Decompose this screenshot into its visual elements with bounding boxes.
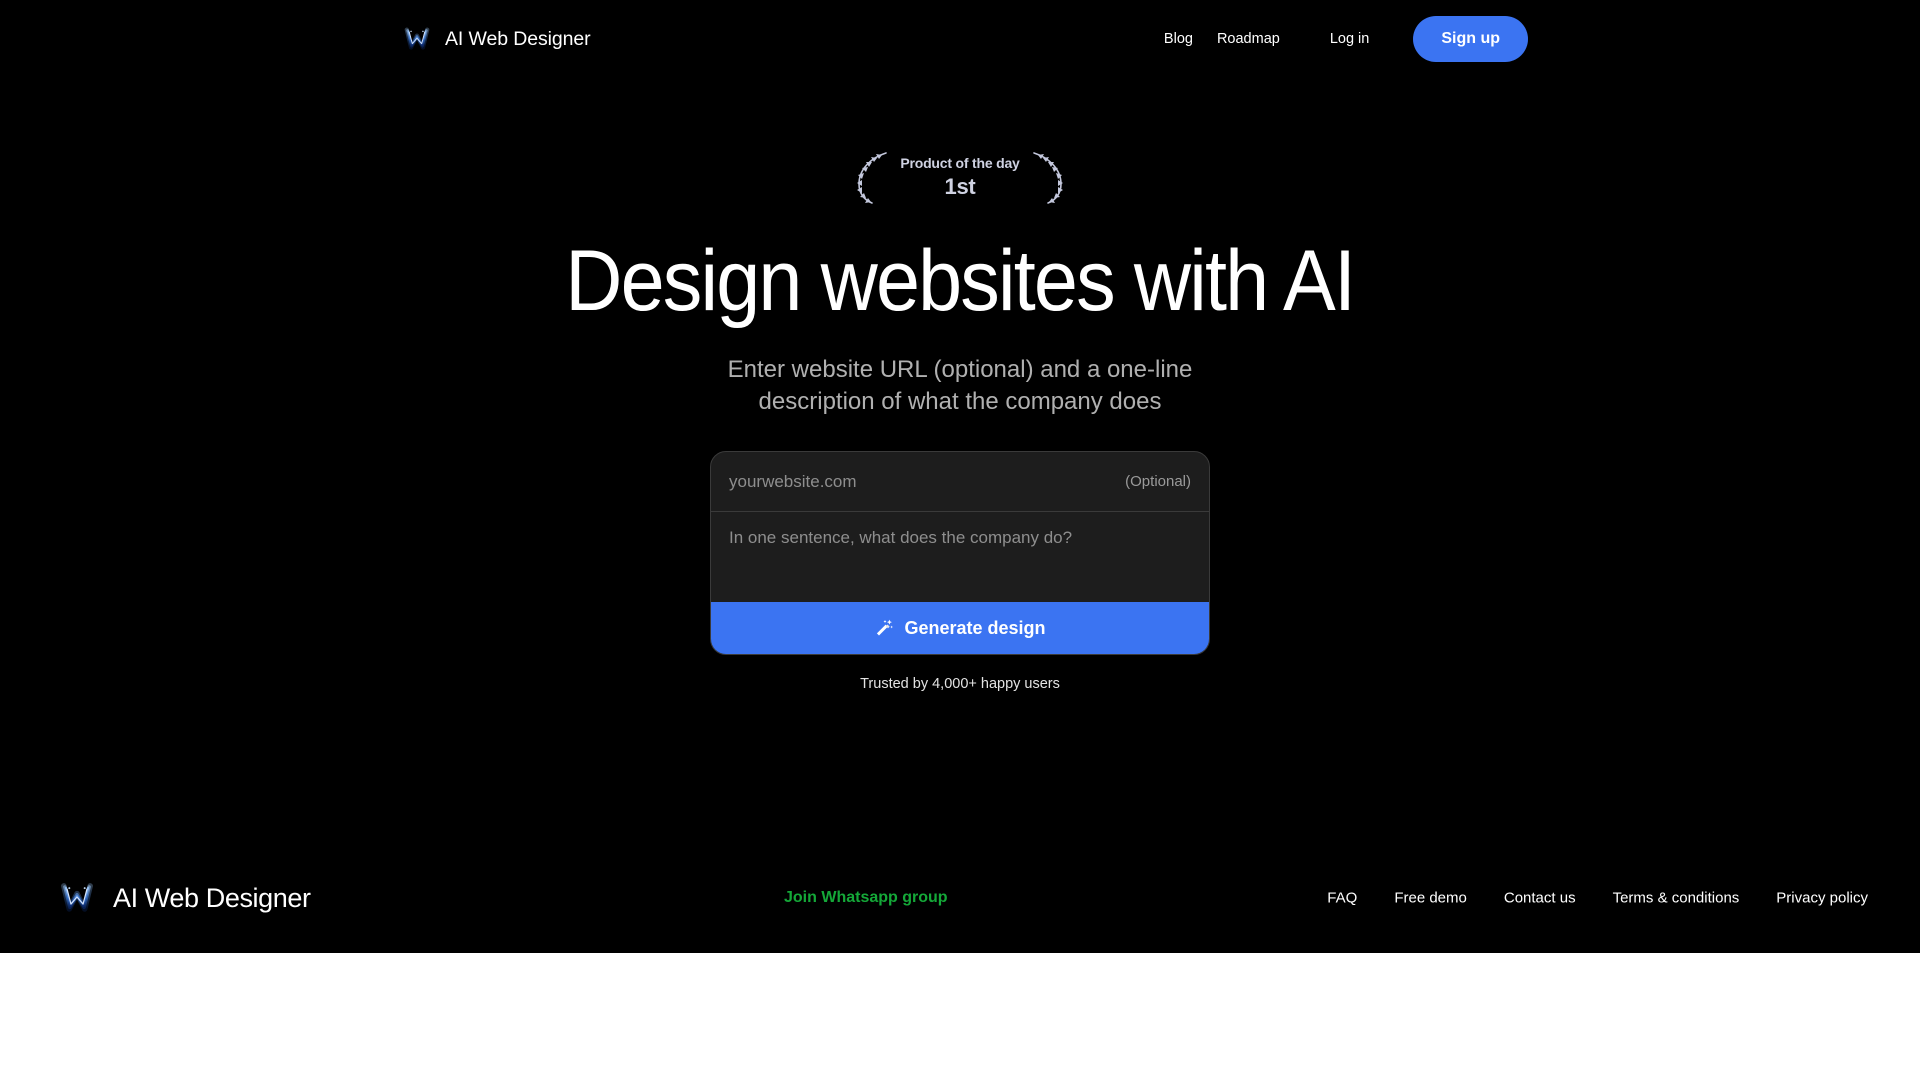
badge-rank: 1st bbox=[944, 173, 976, 199]
site-header: AI Web Designer Blog Roadmap Log in Sign… bbox=[0, 0, 1920, 78]
footer-link-terms-conditions[interactable]: Terms & conditions bbox=[1613, 890, 1740, 907]
laurel-wreath-right-icon bbox=[1026, 148, 1068, 206]
magic-wand-icon bbox=[874, 618, 894, 638]
brand-name: AI Web Designer bbox=[445, 27, 591, 50]
w-logo-icon bbox=[400, 22, 434, 56]
join-whatsapp-group-link[interactable]: Join Whatsapp group bbox=[784, 889, 948, 906]
footer-link-free-demo[interactable]: Free demo bbox=[1394, 890, 1467, 907]
footer-link-contact-us[interactable]: Contact us bbox=[1504, 890, 1576, 907]
footer-center: Join Whatsapp group bbox=[784, 889, 948, 907]
header-nav: Blog Roadmap Log in Sign up bbox=[1164, 16, 1528, 62]
footer-link-privacy-policy[interactable]: Privacy policy bbox=[1776, 890, 1868, 907]
footer-brand[interactable]: AI Web Designer bbox=[55, 876, 311, 920]
footer-links: FAQ Free demo Contact us Terms & conditi… bbox=[1327, 890, 1868, 907]
nav-link-blog[interactable]: Blog bbox=[1164, 25, 1193, 53]
product-of-the-day-badge: Product of the day 1st bbox=[852, 146, 1067, 208]
generate-design-button[interactable]: Generate design bbox=[711, 602, 1209, 655]
hero-subtitle: Enter website URL (optional) and a one-l… bbox=[727, 356, 1193, 415]
site-footer: AI Web Designer Join Whatsapp group FAQ … bbox=[0, 843, 1920, 953]
url-field-row: (Optional) bbox=[711, 452, 1209, 513]
badge-title: Product of the day bbox=[900, 154, 1020, 171]
footer-brand-name: AI Web Designer bbox=[113, 882, 311, 913]
header-brand[interactable]: AI Web Designer bbox=[400, 22, 591, 56]
footer-link-faq[interactable]: FAQ bbox=[1327, 890, 1357, 907]
website-url-input[interactable] bbox=[729, 471, 1116, 492]
trusted-users-text: Trusted by 4,000+ happy users bbox=[860, 676, 1060, 693]
hero-section: Product of the day 1st Design websites w… bbox=[0, 78, 1920, 843]
generate-form-card: (Optional) Generate design bbox=[710, 451, 1210, 656]
w-logo-icon bbox=[55, 876, 99, 920]
laurel-wreath-left-icon bbox=[852, 148, 894, 206]
sign-up-button[interactable]: Sign up bbox=[1413, 16, 1528, 62]
company-description-input[interactable] bbox=[711, 512, 1209, 603]
badge-text-block: Product of the day 1st bbox=[896, 155, 1023, 200]
page-title: Design websites with AI bbox=[565, 233, 1357, 329]
below-fold-whitespace bbox=[0, 953, 1920, 1080]
generate-design-label: Generate design bbox=[904, 617, 1046, 638]
landing-page: AI Web Designer Blog Roadmap Log in Sign… bbox=[0, 0, 1920, 953]
nav-link-roadmap[interactable]: Roadmap bbox=[1217, 25, 1280, 53]
nav-link-login[interactable]: Log in bbox=[1330, 25, 1370, 53]
optional-label: (Optional) bbox=[1125, 473, 1191, 491]
